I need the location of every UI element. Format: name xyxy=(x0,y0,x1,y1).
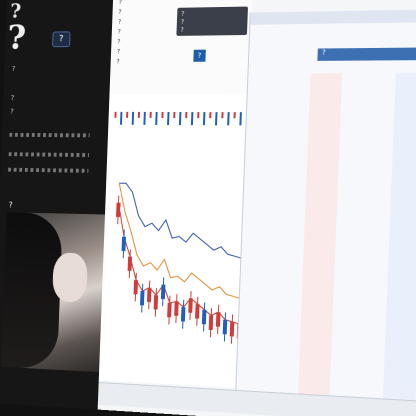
stream-line: ? xyxy=(10,107,14,116)
info-line: ? xyxy=(117,28,121,36)
popup-line: ? xyxy=(180,26,184,34)
candle-body xyxy=(140,290,145,306)
candle-body xyxy=(127,256,133,271)
candle-body xyxy=(222,319,228,335)
order-tag[interactable]: ? xyxy=(193,49,206,62)
volume-bar xyxy=(126,111,129,118)
volume-bar xyxy=(233,112,236,119)
ask-column xyxy=(297,73,343,404)
volume-column xyxy=(382,72,416,409)
candle-body xyxy=(116,202,121,218)
info-line: ? xyxy=(118,0,122,6)
candle-body xyxy=(154,295,159,311)
person-hair xyxy=(0,212,63,370)
volume-bar xyxy=(227,112,230,126)
info-line: ? xyxy=(116,48,121,56)
volume-bar xyxy=(150,112,153,119)
candle-body xyxy=(161,284,166,300)
dotted-divider xyxy=(8,152,89,158)
candle-body xyxy=(173,300,179,316)
dotted-divider xyxy=(9,132,90,138)
volume-bar xyxy=(132,112,136,126)
volume-bar xyxy=(178,111,181,125)
trading-screen: ? ? ? ? ? ? ? ? ? ? ? ? ? ? ? ? ? ? ? xyxy=(0,0,416,416)
volume-bar xyxy=(155,112,158,126)
candle-body xyxy=(167,302,172,318)
info-line: ? xyxy=(118,8,122,16)
moving-average-line xyxy=(117,183,252,258)
popup-line: ? xyxy=(181,10,185,18)
stream-line: ? xyxy=(11,65,16,73)
screenshot-scene: ? ? ? ? ? ? ? ? ? ? ? ? ? ? ? ? ? ? ? xyxy=(0,0,416,416)
volume-bar xyxy=(209,112,212,119)
stream-badge: ? xyxy=(52,31,71,48)
volume-bar xyxy=(221,112,224,119)
candle-body xyxy=(195,303,200,319)
candle-body xyxy=(133,279,139,295)
volume-bar xyxy=(184,111,187,118)
volume-bar xyxy=(161,112,164,119)
volume-bar xyxy=(114,111,117,118)
dotted-divider xyxy=(8,167,89,173)
info-line: ? xyxy=(117,18,122,26)
volume-bar xyxy=(202,112,206,126)
moving-average-line xyxy=(114,203,251,325)
stream-line: ? xyxy=(10,94,15,102)
notification-popup[interactable]: ? ? ? xyxy=(176,6,249,36)
selected-order-row[interactable]: ? xyxy=(317,47,416,61)
stream-caption: ? xyxy=(8,200,13,210)
volume-bar xyxy=(167,111,170,126)
candle-body xyxy=(147,287,152,303)
bid-column xyxy=(340,73,385,406)
volume-bar xyxy=(190,111,193,125)
volume-bar xyxy=(119,111,123,125)
order-book-header xyxy=(250,9,416,25)
volume-bar xyxy=(197,112,200,119)
popup-line: ? xyxy=(180,18,185,26)
volume-bar xyxy=(215,112,218,126)
price-column xyxy=(256,73,300,401)
candle-body xyxy=(201,309,207,325)
volume-bar xyxy=(138,112,141,119)
candle-body xyxy=(188,298,193,313)
candle-body xyxy=(215,312,221,327)
volume-bar xyxy=(144,112,147,126)
info-line: ? xyxy=(116,58,120,66)
candle-body xyxy=(229,321,235,337)
volume-bar xyxy=(173,111,176,118)
stream-panel: ? ? ? ? ? ? ? xyxy=(0,0,114,410)
candle-body xyxy=(180,306,186,322)
volume-bar xyxy=(239,112,242,126)
order-book-panel: ? xyxy=(234,9,416,410)
info-line: ? xyxy=(117,38,121,46)
webcam-feed xyxy=(0,212,109,373)
candle-body xyxy=(121,236,126,252)
stream-logo-text: ? xyxy=(6,18,27,58)
person-face xyxy=(52,252,89,303)
candle-body xyxy=(208,315,214,331)
